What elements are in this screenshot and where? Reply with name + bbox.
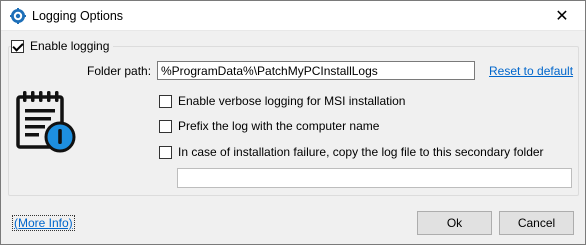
title-bar: Logging Options ✕ bbox=[1, 1, 585, 31]
close-icon: ✕ bbox=[555, 7, 569, 25]
prefix-computer-name-checkbox[interactable] bbox=[159, 119, 172, 133]
folder-path-input[interactable] bbox=[157, 61, 475, 80]
window-title: Logging Options bbox=[32, 9, 124, 23]
secondary-folder-input[interactable] bbox=[177, 168, 572, 188]
copy-log-on-failure-option[interactable]: In case of installation failure, copy th… bbox=[159, 145, 544, 159]
enable-logging-check[interactable] bbox=[11, 39, 24, 53]
verbose-logging-label: Enable verbose logging for MSI installat… bbox=[178, 94, 406, 108]
gear-shield-icon bbox=[10, 8, 26, 24]
prefix-computer-name-label: Prefix the log with the computer name bbox=[178, 119, 380, 133]
ok-button[interactable]: Ok bbox=[417, 211, 492, 235]
reset-to-default-link[interactable]: Reset to default bbox=[489, 64, 573, 78]
cancel-button[interactable]: Cancel bbox=[499, 211, 574, 235]
verbose-logging-checkbox[interactable] bbox=[159, 94, 172, 108]
prefix-computer-name-option[interactable]: Prefix the log with the computer name bbox=[159, 119, 379, 133]
copy-log-on-failure-label: In case of installation failure, copy th… bbox=[178, 145, 544, 159]
copy-log-on-failure-checkbox[interactable] bbox=[159, 145, 172, 159]
verbose-logging-option[interactable]: Enable verbose logging for MSI installat… bbox=[159, 94, 405, 108]
more-info-link[interactable]: (More Info) bbox=[12, 215, 75, 231]
logging-options-dialog: Logging Options ✕ Enable logging Folder … bbox=[0, 0, 586, 245]
folder-path-label: Folder path: bbox=[87, 64, 152, 78]
enable-logging-label: Enable logging bbox=[30, 39, 110, 53]
close-button[interactable]: ✕ bbox=[539, 1, 585, 30]
enable-logging-checkbox[interactable]: Enable logging bbox=[11, 37, 114, 55]
log-file-icon bbox=[16, 91, 76, 153]
